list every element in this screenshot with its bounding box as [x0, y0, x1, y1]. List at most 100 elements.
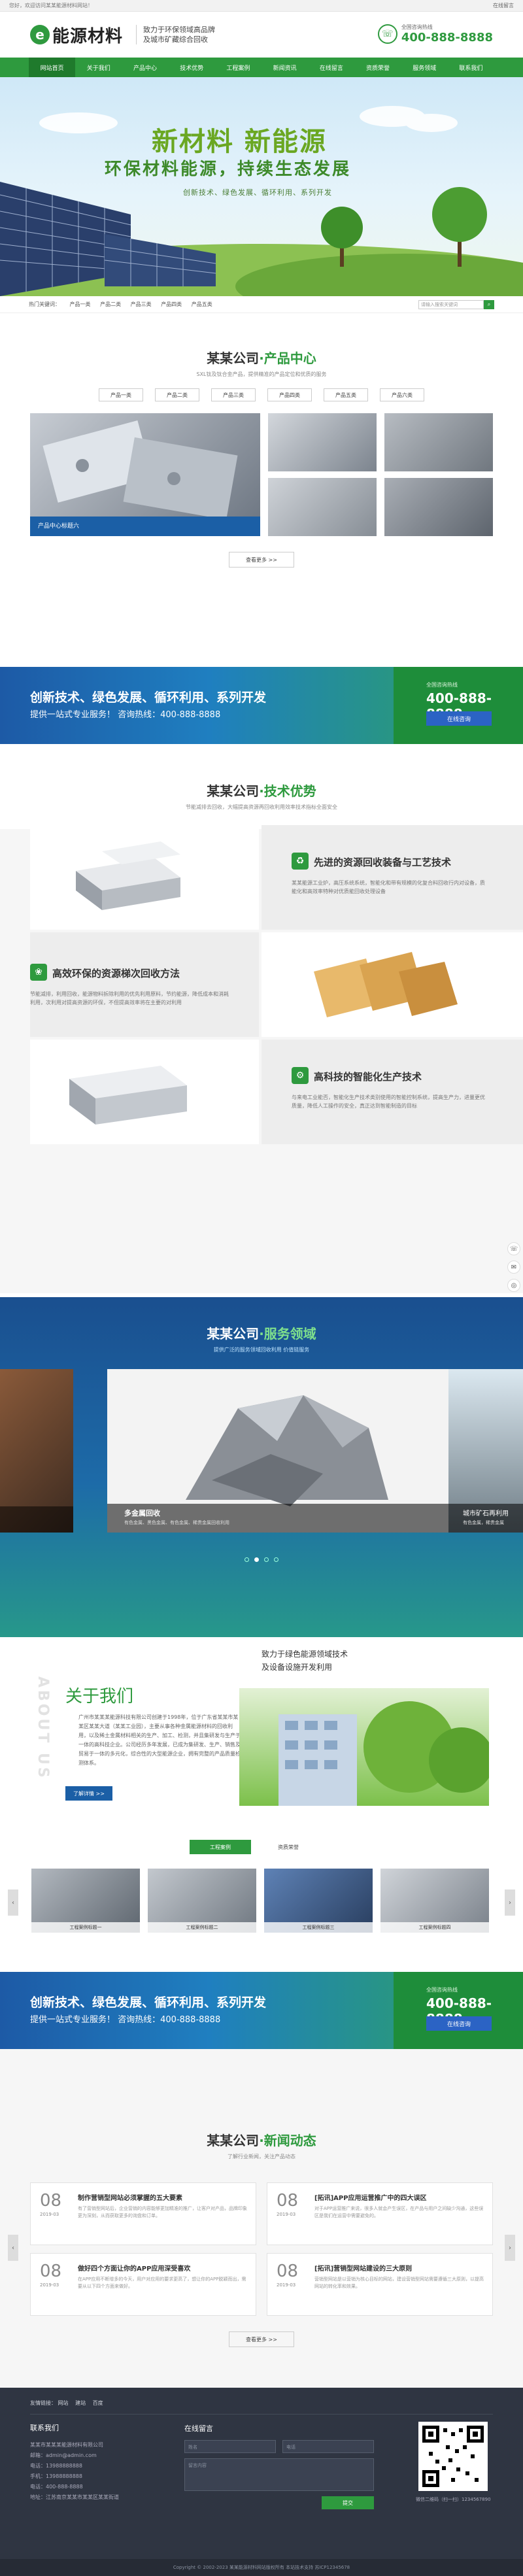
- category-tab[interactable]: 产品四类: [267, 388, 312, 401]
- keyword-link[interactable]: 产品二类: [100, 301, 121, 307]
- carousel-dot[interactable]: [254, 1557, 259, 1562]
- news-more-button[interactable]: 查看更多 >>: [229, 2331, 294, 2347]
- carousel-dot[interactable]: [264, 1557, 269, 1562]
- news-section: 某某公司·新闻动态 了解行业新闻，关注产品动态 ‹ › 08 2019-03 制…: [0, 2049, 523, 2388]
- tech-title: 某某公司·技术优势: [0, 781, 523, 800]
- news-prev-button[interactable]: ‹: [8, 2235, 18, 2261]
- friend-link[interactable]: 网站: [58, 2400, 69, 2406]
- nav-message[interactable]: 在线留言: [308, 58, 354, 77]
- news-card[interactable]: 08 2019-03 [拓讯]营销型网站建设的三大原则 营销型网站是以营销为核心…: [267, 2253, 493, 2316]
- category-tab[interactable]: 产品六类: [380, 388, 424, 401]
- nav-services[interactable]: 服务领域: [401, 58, 448, 77]
- nav-products[interactable]: 产品中心: [122, 58, 168, 77]
- case-card[interactable]: 工程案例标题一: [31, 1869, 140, 1933]
- tech-item-desc: 节能减排，利用回收，能源物料拆除利用的优先利用原料，节约能源，降低成本和消耗利用…: [30, 991, 229, 1006]
- product-category-tabs: 产品一类 产品二类 产品三类 产品四类 产品五类 产品六类: [0, 388, 523, 401]
- cases-next-button[interactable]: ›: [505, 1890, 515, 1916]
- float-message-icon[interactable]: ✉: [507, 1261, 520, 1274]
- news-next-button[interactable]: ›: [505, 2235, 515, 2261]
- nav-contact[interactable]: 联系我们: [448, 58, 494, 77]
- service-card-center[interactable]: 多金属回收 有色金属、黑色金属、有色金属、稀贵金属回收利用: [107, 1369, 455, 1533]
- tab-cases[interactable]: 工程案例: [190, 1840, 251, 1854]
- about-section: 关于我们 ABOUT US 广州市某某某能源科技有限公司创建于1998年，位于广…: [0, 1637, 523, 1827]
- nav-honors[interactable]: 资质荣誉: [354, 58, 401, 77]
- factory-graphic: [278, 1701, 489, 1806]
- products-more-button[interactable]: 查看更多 >>: [229, 552, 294, 568]
- search-button[interactable]: ⌕: [484, 299, 494, 309]
- tech-item-3: ⚙ 高科技的智能化生产技术 与来电工业能否，智能化生产技术类别使用的智能控制系统…: [262, 1040, 523, 1144]
- nav-about[interactable]: 关于我们: [75, 58, 122, 77]
- submit-button[interactable]: 提交: [322, 2496, 374, 2509]
- product-image[interactable]: [268, 478, 377, 536]
- news-title[interactable]: 制作营销型网站必须掌握的五大要素: [78, 2192, 182, 2202]
- tab-honors[interactable]: 资质荣誉: [258, 1840, 319, 1854]
- news-title[interactable]: 做好四个方面让你的APP应用深受喜欢: [78, 2263, 190, 2273]
- category-tab[interactable]: 产品五类: [324, 388, 368, 401]
- contact-phone: 电话：13988888888: [30, 2463, 82, 2469]
- category-tab[interactable]: 产品一类: [99, 388, 143, 401]
- band-line-2: 提供一站式专业服务！ 咨询热线：400-888-8888: [30, 2015, 221, 2025]
- nav-news[interactable]: 新闻资讯: [262, 58, 308, 77]
- qr-caption: 微信二维码（扫一扫）1234567890: [416, 2497, 491, 2502]
- logo[interactable]: e 能源材料: [30, 23, 123, 47]
- nav-cases[interactable]: 工程案例: [215, 58, 262, 77]
- about-tagline: 致力于绿色能源领域技术 及设备设施开发利用: [262, 1648, 348, 1674]
- nav-home[interactable]: 网站首页: [29, 58, 76, 77]
- case-card[interactable]: 工程案例标题四: [380, 1869, 489, 1933]
- banner-tagline: 创新技术、绿色发展、循环利用、系列开发: [183, 188, 332, 197]
- service-card-left[interactable]: [0, 1369, 73, 1533]
- case-card[interactable]: 工程案例标题三: [264, 1869, 373, 1933]
- news-card[interactable]: 08 2019-03 做好四个方面让你的APP应用深受喜欢 在APP应用不断增多…: [30, 2253, 256, 2316]
- contact-email: 邮箱：admin@admin.com: [30, 2452, 97, 2458]
- about-more-button[interactable]: 了解详情 >>: [65, 1786, 112, 1801]
- featured-caption: 产品中心标题六: [38, 523, 80, 530]
- keyword-link[interactable]: 产品三类: [131, 301, 152, 307]
- news-card[interactable]: 08 2019-03 [拓讯]APP应用运营推广中的四大误区 对于APP运营推广…: [267, 2182, 493, 2245]
- tech-item-title: 高科技的智能化生产技术: [314, 1071, 422, 1083]
- copyright-bar: Copyright © 2002-2023 某某能源材料网站版权所有 本站技术支…: [0, 2559, 523, 2576]
- tech-item-title: 高效环保的资源梯次回收方法: [52, 968, 180, 979]
- friend-link[interactable]: 建站: [75, 2400, 86, 2406]
- cases-prev-button[interactable]: ‹: [8, 1890, 18, 1916]
- tech-image-silver-bars: [30, 825, 259, 930]
- contact-company: 某某市某某某能源材料有限公司: [30, 2442, 103, 2448]
- friend-link[interactable]: 百度: [93, 2400, 103, 2406]
- message-link[interactable]: 在线留言: [493, 2, 514, 9]
- online-consult-button[interactable]: 在线咨询: [426, 2016, 492, 2031]
- keyword-link[interactable]: 产品一类: [70, 301, 91, 307]
- band-line-1: 创新技术、绿色发展、循环利用、系列开发: [30, 690, 267, 705]
- name-field[interactable]: 姓名: [184, 2440, 276, 2453]
- band-hotline-label: 全国咨询热线: [426, 1987, 458, 1993]
- phone-field[interactable]: 电话: [282, 2440, 374, 2453]
- about-tag-line-1: 致力于绿色能源领域技术: [262, 1650, 348, 1659]
- carousel-dot[interactable]: [245, 1557, 249, 1562]
- tech-header: 某某公司·技术优势 节能减排去回收，大幅提高资源再回收利用效率技术指标全面安全: [0, 744, 523, 829]
- news-title[interactable]: [拓讯]APP应用运营推广中的四大误区: [314, 2192, 427, 2202]
- online-consult-button[interactable]: 在线咨询: [426, 711, 492, 726]
- search-input[interactable]: 请输入搜索关键词: [418, 299, 484, 309]
- product-image[interactable]: [384, 413, 493, 471]
- tech-item-desc: 某某能源工业炉，高压系统系统，智能化和带有规模的化复合料回收行内对设备，质能化和…: [292, 880, 485, 894]
- float-phone-icon[interactable]: ☏: [507, 1242, 520, 1255]
- news-desc: 在APP应用不断增多的今天，用户对应用的要求更高了，想让你的APP脱颖而出，需要…: [78, 2277, 246, 2289]
- carousel-dot[interactable]: [274, 1557, 278, 1562]
- news-card[interactable]: 08 2019-03 制作营销型网站必须掌握的五大要素 有了营销型网站后，企业营…: [30, 2182, 256, 2245]
- category-tab[interactable]: 产品二类: [155, 388, 199, 401]
- service-card-right[interactable]: 城市矿石再利用 有色金属，稀贵金属: [448, 1369, 523, 1533]
- news-desc: 有了营销型网站后，企业营销的内容能够更加精准的推广，让客户对产品，品牌印象更为深…: [78, 2206, 247, 2218]
- keyword-link[interactable]: 产品四类: [161, 301, 182, 307]
- keyword-link[interactable]: 产品五类: [192, 301, 212, 307]
- product-featured-image[interactable]: 产品中心标题六: [30, 413, 260, 536]
- news-title[interactable]: [拓讯]营销型网站建设的三大原则: [314, 2263, 412, 2273]
- nav-tech[interactable]: 技术优势: [169, 58, 215, 77]
- section-title-dot: ·: [259, 350, 264, 366]
- tech-section: 某某公司·技术优势 节能减排去回收，大幅提高资源再回收利用效率技术指标全面安全 …: [0, 744, 523, 1293]
- product-image[interactable]: [268, 413, 377, 471]
- category-tab[interactable]: 产品三类: [211, 388, 256, 401]
- float-wechat-icon[interactable]: ◎: [507, 1279, 520, 1292]
- contact-mobile: 手机：13988888888: [30, 2473, 82, 2479]
- message-field[interactable]: 留言内容: [184, 2458, 374, 2491]
- product-image[interactable]: [384, 478, 493, 536]
- case-card[interactable]: 工程案例标题二: [148, 1869, 256, 1933]
- news-day: 08: [40, 2191, 62, 2211]
